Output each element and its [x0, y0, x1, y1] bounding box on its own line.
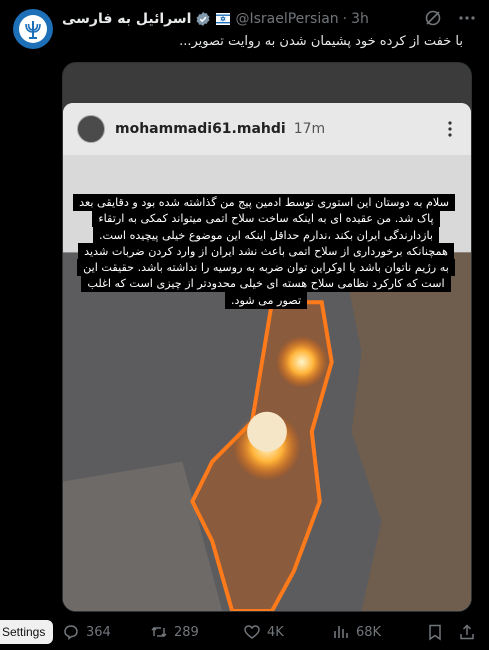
share-icon: [460, 624, 474, 640]
separator: ·: [342, 11, 348, 27]
bookmark-icon: [429, 624, 441, 641]
story-avatar: [77, 115, 105, 143]
reply-icon: [64, 625, 78, 641]
tweet-actions: 364 289 4K 68K: [62, 622, 477, 642]
repost-count: 289: [174, 624, 199, 640]
author-handle[interactable]: @IsraelPersian: [235, 11, 338, 27]
like-count: 4K: [267, 624, 284, 640]
repost-icon: [151, 626, 167, 638]
story-caption-text: سلام به دوستان این استوری توسط ادمین پیج…: [73, 194, 455, 309]
author-avatar[interactable]: [13, 9, 53, 49]
map-illustration: [63, 103, 471, 611]
views-icon: [334, 626, 348, 638]
story-username: mohammadi61.mahdi: [115, 121, 286, 137]
tweet-media[interactable]: mohammadi61.mahdi 17m سلام به دوستان این…: [62, 62, 472, 612]
settings-button[interactable]: Settings: [0, 620, 54, 644]
views-button[interactable]: 68K: [332, 623, 381, 641]
story-caption: سلام به دوستان این استوری توسط ادمین پیج…: [73, 194, 455, 309]
story-time: 17m: [293, 121, 326, 137]
reply-button[interactable]: 364: [62, 623, 111, 641]
verified-icon: [196, 12, 210, 26]
like-icon: [244, 625, 260, 639]
reply-count: 364: [86, 624, 111, 640]
story-more-icon: [448, 121, 452, 137]
author-row: اسرائیل به فارسی @IsraelPersian · 3h: [62, 8, 369, 30]
story-screenshot: mohammadi61.mahdi 17m سلام به دوستان این…: [63, 103, 471, 611]
author-name[interactable]: اسرائیل به فارسی: [62, 11, 191, 27]
views-count: 68K: [356, 624, 382, 640]
bookmark-button[interactable]: [426, 623, 444, 641]
tweet-time[interactable]: 3h: [351, 11, 369, 27]
more-icon[interactable]: [457, 8, 477, 28]
repost-button[interactable]: 289: [150, 623, 199, 641]
tweet-text: با خفت از کرده خود پشیمان شدن به روایت ت…: [179, 34, 463, 49]
grok-icon[interactable]: [423, 8, 443, 28]
header-actions: [423, 8, 477, 28]
tweet-header: اسرائیل به فارسی @IsraelPersian · 3h: [62, 8, 477, 30]
story-header: mohammadi61.mahdi 17m: [63, 103, 471, 155]
like-button[interactable]: 4K: [243, 623, 284, 641]
share-button[interactable]: [458, 623, 476, 641]
flag-icon: [216, 13, 231, 25]
israel-emblem-icon: [19, 15, 47, 43]
